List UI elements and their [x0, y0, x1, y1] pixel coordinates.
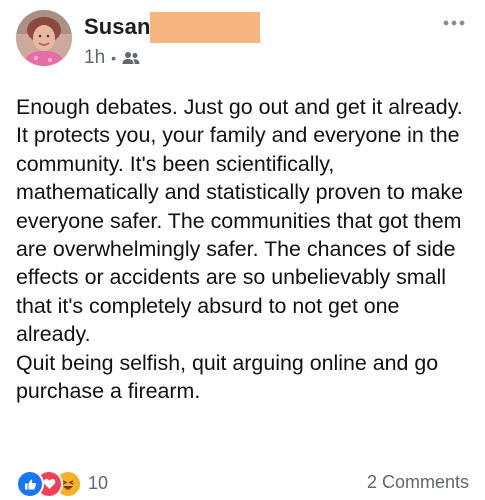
reaction-icons	[16, 470, 82, 498]
profile-photo	[16, 10, 72, 66]
reaction-count: 10	[88, 472, 109, 493]
reactions-summary[interactable]: 10	[16, 470, 109, 498]
like-icon	[16, 470, 44, 498]
comments-count-link[interactable]: 2 Comments	[367, 472, 469, 493]
friends-icon[interactable]	[122, 51, 140, 65]
more-options-icon[interactable]	[439, 12, 469, 34]
redacted-name-overlay	[150, 12, 260, 43]
meta-separator: •	[111, 50, 117, 66]
author-name[interactable]: Susan	[84, 14, 151, 40]
avatar[interactable]	[16, 10, 72, 66]
post-meta: 1h •	[84, 47, 140, 69]
timestamp[interactable]: 1h	[84, 47, 105, 69]
post-body-text: Enough debates. Just go out and get it a…	[16, 95, 464, 404]
facebook-post: Susan 1h • Enough debates. Just go out a…	[0, 0, 485, 500]
